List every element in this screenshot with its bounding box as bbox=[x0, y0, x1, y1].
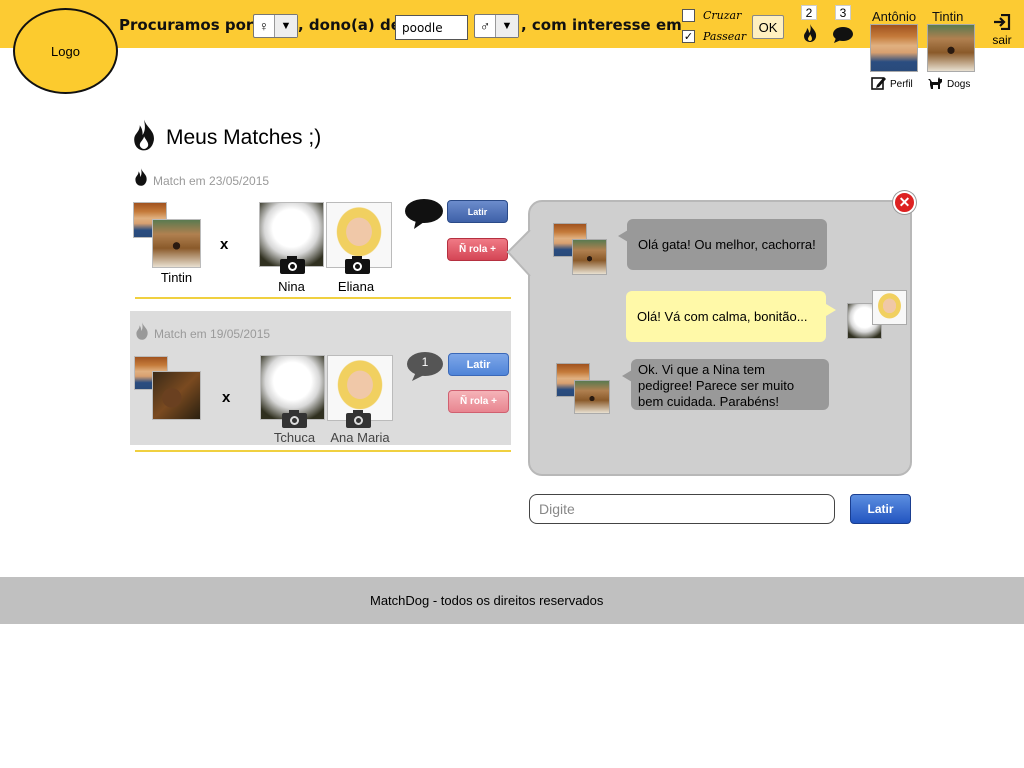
owner-label: , dono(a) de bbox=[298, 16, 401, 34]
bubble-tail bbox=[622, 370, 632, 382]
chat-message: Olá! Vá com calma, bonitão... bbox=[626, 291, 826, 342]
logout-button[interactable]: sair bbox=[990, 13, 1014, 47]
camera-icon[interactable] bbox=[279, 255, 306, 275]
female-symbol: ♀ bbox=[258, 18, 270, 34]
dog-photo[interactable] bbox=[152, 219, 201, 268]
chat-message: Ok. Vi que a Nina tem pedigree! Parece s… bbox=[631, 359, 829, 410]
cruzar-checkbox[interactable] bbox=[682, 9, 695, 22]
chat-bubble-icon[interactable] bbox=[404, 198, 444, 230]
chat-message: Olá gata! Ou melhor, cachorra! bbox=[627, 219, 827, 270]
bubble-tail bbox=[826, 304, 836, 316]
cruzar-label: Cruzar bbox=[703, 9, 742, 22]
option-passear[interactable]: ✓ Passear bbox=[682, 30, 746, 43]
match-separator: x bbox=[220, 236, 229, 253]
match-owner-name: Eliana bbox=[337, 279, 375, 294]
logo-text: Logo bbox=[51, 43, 80, 59]
not-interested-button[interactable]: Ñ rola + bbox=[448, 390, 509, 413]
user-name: Antônio bbox=[872, 9, 917, 24]
gender-select-dog[interactable]: ♂ ▼ bbox=[474, 14, 519, 38]
dog-photo[interactable] bbox=[152, 371, 201, 420]
chat-bubble-icon[interactable] bbox=[832, 26, 854, 44]
close-chat-button[interactable]: ✕ bbox=[893, 191, 916, 214]
logo[interactable]: Logo bbox=[13, 8, 118, 94]
breed-input[interactable]: poodle bbox=[395, 15, 468, 40]
send-message-button[interactable]: Latir bbox=[850, 494, 911, 524]
sender-dog-avatar bbox=[572, 239, 607, 275]
divider bbox=[135, 297, 511, 299]
divider bbox=[135, 450, 511, 452]
passear-checkbox[interactable]: ✓ bbox=[682, 30, 695, 43]
unread-count: 1 bbox=[421, 355, 429, 369]
edit-icon bbox=[871, 77, 886, 90]
chat-panel-pointer bbox=[506, 229, 531, 277]
footer: MatchDog - todos os direitos reservados bbox=[0, 577, 1024, 624]
interest-label: , com interesse em bbox=[521, 16, 682, 34]
flame-icon bbox=[136, 322, 148, 340]
matches-count-badge: 2 bbox=[801, 5, 817, 20]
message-input[interactable] bbox=[529, 494, 835, 524]
my-dog-name: Tintin bbox=[160, 270, 193, 285]
passear-label: Passear bbox=[703, 30, 747, 43]
bark-button[interactable]: Latir bbox=[448, 353, 509, 376]
camera-icon[interactable] bbox=[344, 255, 371, 275]
flame-icon bbox=[135, 168, 147, 186]
match-dog-name: Tchuca bbox=[273, 430, 316, 445]
match-separator: x bbox=[222, 389, 231, 406]
dropdown-arrow-icon: ▼ bbox=[495, 15, 518, 37]
bubble-tail bbox=[618, 230, 628, 242]
flame-icon[interactable] bbox=[800, 23, 820, 43]
match-date: Match em 19/05/2015 bbox=[154, 327, 271, 341]
not-interested-button[interactable]: Ñ rola + bbox=[447, 238, 508, 261]
user-avatar[interactable] bbox=[870, 24, 918, 72]
camera-icon[interactable] bbox=[345, 409, 372, 429]
footer-text: MatchDog - todos os direitos reservados bbox=[370, 593, 604, 608]
profile-link[interactable]: Perfil bbox=[871, 76, 913, 90]
logout-icon bbox=[994, 13, 1011, 31]
page-title: Meus Matches ;) bbox=[166, 126, 322, 149]
dropdown-arrow-icon: ▼ bbox=[274, 15, 297, 37]
option-cruzar[interactable]: Cruzar bbox=[682, 9, 741, 22]
recipient-owner-avatar bbox=[872, 290, 907, 325]
bark-button[interactable]: Latir bbox=[447, 200, 508, 223]
match-date: Match em 23/05/2015 bbox=[153, 174, 270, 188]
camera-icon[interactable] bbox=[281, 409, 308, 429]
flame-icon bbox=[134, 119, 154, 151]
gender-select-owner[interactable]: ♀ ▼ bbox=[253, 14, 298, 38]
male-symbol: ♂ bbox=[479, 18, 491, 34]
logout-label: sair bbox=[992, 33, 1012, 47]
profile-link-label: Perfil bbox=[890, 79, 913, 90]
search-ok-button[interactable]: OK bbox=[752, 15, 784, 39]
dog-icon bbox=[928, 77, 942, 89]
search-prefix-label: Procuramos por bbox=[119, 16, 254, 34]
dogs-link-label: Dogs bbox=[947, 79, 971, 90]
match-dog-name: Nina bbox=[278, 279, 305, 294]
match-owner-name: Ana Maria bbox=[330, 430, 390, 445]
dog-avatar[interactable] bbox=[927, 24, 975, 72]
messages-count-badge: 3 bbox=[835, 5, 851, 20]
dog-name: Tintin bbox=[932, 9, 964, 24]
dogs-link[interactable]: Dogs bbox=[927, 76, 970, 90]
sender-dog-avatar bbox=[574, 380, 610, 414]
